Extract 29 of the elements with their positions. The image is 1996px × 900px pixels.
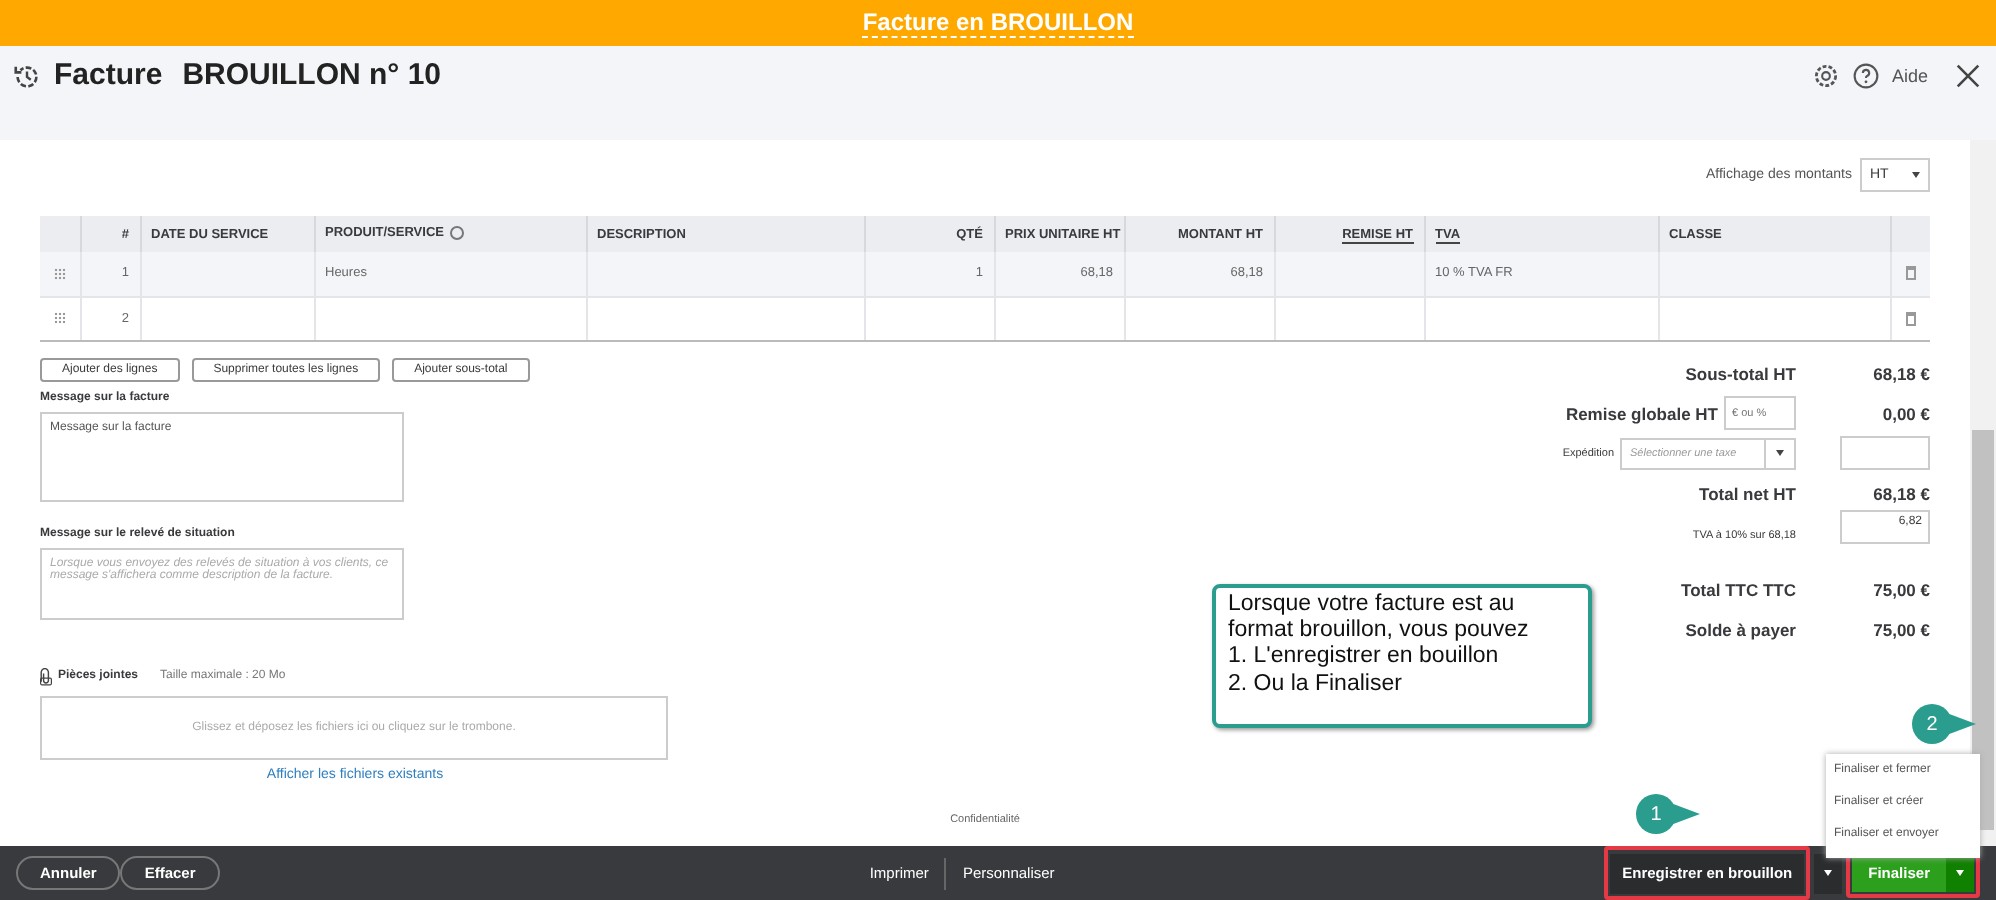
close-icon[interactable]	[1956, 64, 1980, 88]
callout-note: Lorsque votre facture est au format brouillon, vous pouvez 1. L'enregistrer en bouillon 2. Ou la Finaliser	[1212, 584, 1592, 728]
paperclip-icon[interactable]	[40, 667, 52, 685]
scrollbar[interactable]	[1970, 140, 1996, 846]
total-amount: 68,18 €	[1873, 483, 1930, 503]
drag-handle-icon[interactable]	[53, 267, 66, 280]
total-amount: 75,00 €	[1873, 619, 1930, 639]
page-title: Facture	[54, 58, 163, 92]
total-label: Total net HT	[1699, 483, 1796, 503]
total-label: Sous-total HT	[1685, 363, 1796, 383]
trash-icon[interactable]	[1905, 266, 1916, 281]
total-label: Solde à payer	[1685, 619, 1796, 639]
invoice-number: BROUILLON n° 10	[182, 58, 442, 92]
caret-icon	[1912, 171, 1920, 177]
trash-icon[interactable]	[1905, 311, 1916, 325]
total-amount: 75,00 €	[1873, 579, 1930, 599]
settings-icon[interactable]	[1811, 62, 1840, 90]
history-icon[interactable]	[12, 62, 42, 92]
discount-amount: 0,00 €	[1882, 403, 1930, 423]
shipping-amount-field[interactable]	[1840, 436, 1930, 470]
help-link[interactable]: Aide	[1891, 66, 1928, 86]
save-options-button[interactable]	[1814, 853, 1843, 893]
discount-label: Remise globale HT	[1565, 403, 1718, 423]
total-label: Total TTC TTC	[1681, 579, 1796, 599]
total-amount: 68,18 €	[1873, 363, 1930, 383]
drag-handle-icon[interactable]	[53, 312, 66, 324]
help-icon[interactable]	[1851, 62, 1880, 90]
draft-banner-title: Facture en BROUILLON	[862, 8, 1134, 38]
info-icon[interactable]	[449, 226, 464, 241]
